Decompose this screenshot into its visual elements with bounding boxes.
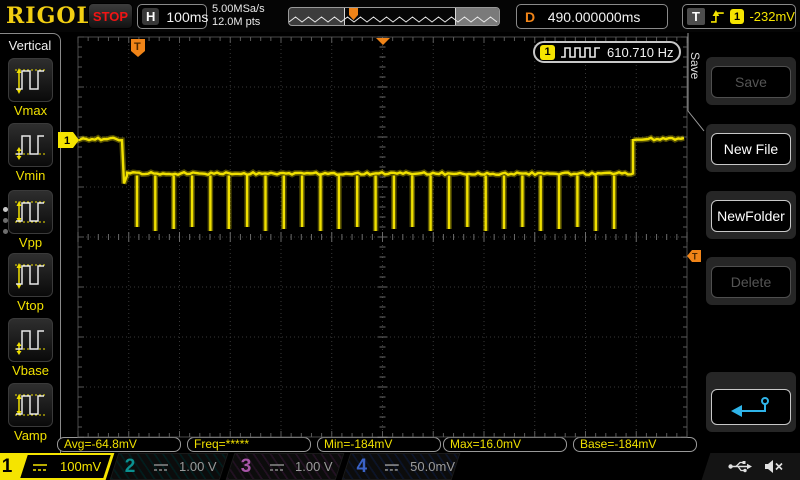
counter-source-badge: 1 bbox=[540, 45, 555, 60]
menu-tab-outline bbox=[684, 33, 706, 133]
channel-4-number: 4 bbox=[347, 456, 376, 478]
channel-3-scale: 1.00 V bbox=[295, 459, 333, 474]
channel-3-number: 3 bbox=[231, 456, 261, 478]
channel-1-number: 1 bbox=[0, 456, 22, 478]
channel-1-scale: 100mV bbox=[60, 459, 101, 474]
waveform-display: 1 T T bbox=[0, 0, 800, 453]
svg-text:T: T bbox=[134, 41, 141, 53]
channel-2-block[interactable]: 2 1.00 V bbox=[110, 453, 229, 480]
channel-2-scale: 1.00 V bbox=[179, 459, 217, 474]
dc-coupling-icon bbox=[269, 462, 285, 472]
dc-coupling-icon bbox=[32, 462, 48, 472]
speaker-muted-icon bbox=[764, 459, 784, 474]
counter-value: 610.710 Hz bbox=[607, 45, 674, 60]
channel-1-block[interactable]: 1 100mV bbox=[0, 453, 114, 480]
oscilloscope-screen: { "brand": "RIGOL", "top_bar": { "run_st… bbox=[0, 0, 800, 480]
channel-3-block[interactable]: 3 1.00 V bbox=[226, 453, 345, 480]
dc-coupling-icon bbox=[153, 462, 169, 472]
svg-text:T: T bbox=[692, 252, 698, 262]
status-icons-tab bbox=[702, 453, 800, 480]
channel-4-block[interactable]: 4 50.0mV bbox=[342, 453, 461, 480]
channel-2-number: 2 bbox=[115, 456, 145, 478]
usb-icon bbox=[728, 460, 752, 473]
frequency-counter: 1 610.710 Hz bbox=[533, 41, 681, 63]
dc-coupling-icon bbox=[384, 462, 400, 472]
trigger-center-marker bbox=[376, 38, 390, 45]
svg-text:1: 1 bbox=[64, 135, 70, 147]
channel-4-scale: 50.0mV bbox=[410, 459, 455, 474]
square-wave-icon bbox=[560, 46, 602, 59]
channel-status-bar: 1 100mV 2 1.00 V 3 1.00 V 4 50.0mV bbox=[0, 453, 800, 480]
